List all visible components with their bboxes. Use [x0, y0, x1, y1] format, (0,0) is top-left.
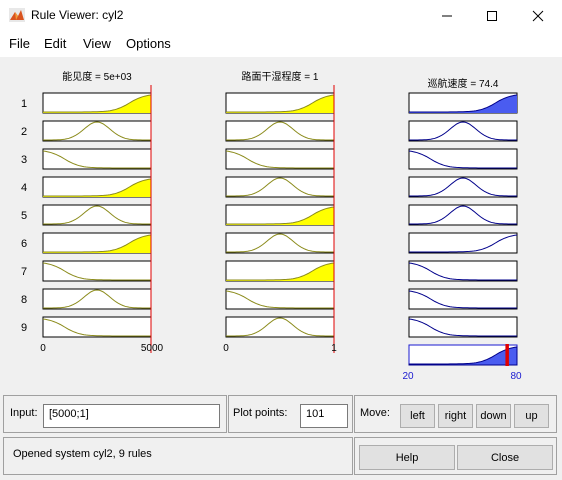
rule-number[interactable]: 3	[21, 154, 27, 166]
rule-4-plot-2[interactable]	[225, 176, 335, 198]
crisp-output-marker[interactable]	[505, 344, 509, 366]
menu-file[interactable]: File	[9, 36, 30, 51]
status-text: Opened system cyl2, 9 rules	[13, 448, 152, 460]
rule-2-plot-1[interactable]	[42, 120, 152, 142]
input-label: Input:	[10, 407, 38, 419]
rule-plot-area: 能见度 = 5e+03 路面干湿程度 = 1 巡航速度 = 74.4 1 2 3 4 5…	[0, 57, 562, 393]
column-header-road-wetness: 路面干湿程度 = 1	[242, 70, 319, 83]
status-panel: Opened system cyl2, 9 rules	[3, 437, 353, 475]
axis3-max-label: 80	[510, 371, 522, 382]
rule-4-plot-3[interactable]	[408, 176, 518, 198]
plot-points-panel: Plot points: 101	[228, 395, 353, 433]
window-title: Rule Viewer: cyl2	[31, 8, 124, 22]
axis3-min-label: 20	[402, 371, 414, 382]
move-label: Move:	[360, 407, 390, 419]
axis2-min-label: 0	[223, 343, 229, 354]
move-down-button[interactable]: down	[476, 404, 511, 428]
help-close-panel: Help Close	[354, 437, 557, 475]
rule-number[interactable]: 9	[21, 322, 27, 334]
maximize-button[interactable]	[469, 0, 515, 31]
rule-8-plot-2[interactable]	[225, 288, 335, 310]
rule-6-plot-2[interactable]	[225, 232, 335, 254]
rule-9-plot-2[interactable]	[225, 316, 335, 338]
axis2-max-label: 1	[331, 343, 337, 354]
rule-7-plot-3[interactable]	[408, 260, 518, 282]
rule-8-plot-1[interactable]	[42, 288, 152, 310]
rule-3-plot-3[interactable]	[408, 148, 518, 170]
rule-number[interactable]: 7	[21, 266, 27, 278]
rule-5-plot-3[interactable]	[408, 204, 518, 226]
column-header-visibility: 能见度 = 5e+03	[62, 70, 132, 83]
close-icon	[532, 10, 544, 21]
rule-number[interactable]: 1	[21, 98, 27, 110]
move-left-button[interactable]: left	[400, 404, 435, 428]
rule-number[interactable]: 5	[21, 210, 27, 222]
rule-number[interactable]: 4	[21, 182, 27, 194]
rule-7-plot-1[interactable]	[42, 260, 152, 282]
input-field[interactable]: [5000;1]	[43, 404, 220, 428]
menu-bar: File Edit View Options	[0, 31, 562, 57]
plot-points-label: Plot points:	[233, 407, 288, 419]
rule-6-plot-3[interactable]	[408, 232, 518, 254]
maximize-icon	[487, 10, 497, 21]
matlab-app-icon	[9, 8, 25, 22]
rule-9-plot-1[interactable]	[42, 316, 152, 338]
rule-2-plot-3[interactable]	[408, 120, 518, 142]
rule-number[interactable]: 8	[21, 294, 27, 306]
menu-view[interactable]: View	[83, 36, 111, 51]
input-panel: Input: [5000;1]	[3, 395, 227, 433]
axis1-min-label: 0	[40, 343, 46, 354]
move-up-button[interactable]: up	[514, 404, 549, 428]
rule-number[interactable]: 6	[21, 238, 27, 250]
move-right-button[interactable]: right	[438, 404, 473, 428]
rule-3-plot-2[interactable]	[225, 148, 335, 170]
rule-9-plot-3[interactable]	[408, 316, 518, 338]
close-window-button[interactable]	[515, 0, 561, 31]
rule-number[interactable]: 2	[21, 126, 27, 138]
axis1-max-label: 5000	[141, 343, 164, 354]
menu-options[interactable]: Options	[126, 36, 171, 51]
minimize-button[interactable]	[424, 0, 470, 31]
rule-5-plot-1[interactable]	[42, 204, 152, 226]
plot-points-field[interactable]: 101	[300, 404, 348, 428]
rule-3-plot-1[interactable]	[42, 148, 152, 170]
move-panel: Move: left right down up	[354, 395, 557, 433]
minimize-icon	[442, 15, 452, 16]
close-button[interactable]: Close	[457, 445, 553, 470]
menu-edit[interactable]: Edit	[44, 36, 66, 51]
column-header-cruise-speed: 巡航速度 = 74.4	[428, 77, 499, 90]
rule-plot-svg[interactable]: 能见度 = 5e+03 路面干湿程度 = 1 巡航速度 = 74.4 1 2 3 4 5…	[0, 57, 562, 393]
title-bar: Rule Viewer: cyl2	[0, 0, 562, 31]
help-button[interactable]: Help	[359, 445, 455, 470]
rule-8-plot-3[interactable]	[408, 288, 518, 310]
rule-2-plot-2[interactable]	[225, 120, 335, 142]
